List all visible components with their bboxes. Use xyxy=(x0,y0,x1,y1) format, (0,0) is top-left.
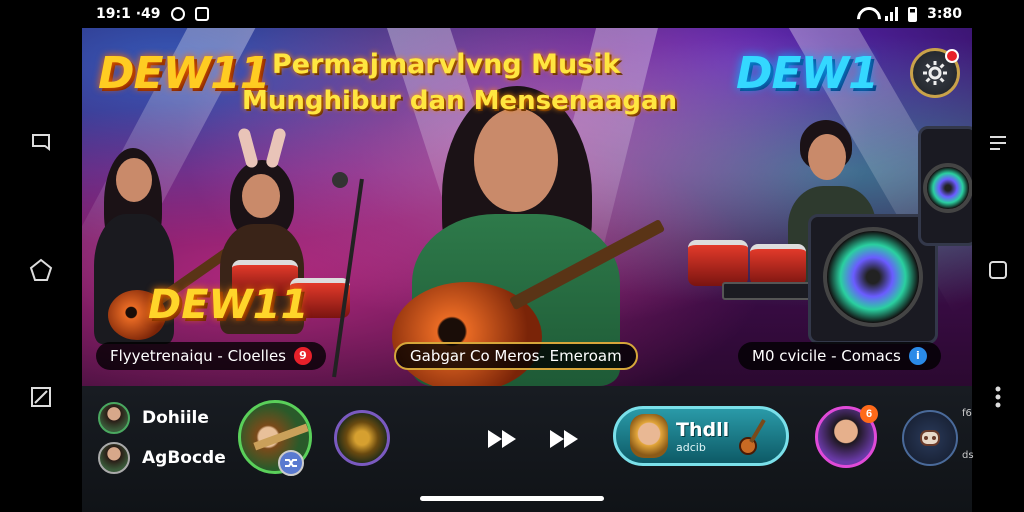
skip-forward-icon xyxy=(550,430,564,448)
avatar xyxy=(98,442,130,474)
now-playing-subtitle: adcib xyxy=(676,440,706,454)
friend-name: AgBocde xyxy=(142,448,226,468)
friend-name: Dohiile xyxy=(142,408,209,428)
caption-text: Gabgar Co Meros- Emeroam xyxy=(410,347,622,365)
back-button[interactable] xyxy=(29,385,53,409)
banner-subtitle: Munghibur dan Mensenaagan xyxy=(242,86,678,116)
recents-button[interactable] xyxy=(29,131,53,155)
skip-forward-button[interactable] xyxy=(550,430,578,448)
status-time-left: 19:1 ·49 xyxy=(96,6,161,22)
caption-pill-3[interactable]: M0 cvicile - Comacs i xyxy=(738,342,941,370)
friend-item[interactable]: Dohiile xyxy=(98,402,209,434)
home-button[interactable] xyxy=(29,258,53,282)
gallery-icon xyxy=(194,7,209,21)
bottom-player-bar: Dohiile AgBocde Thdll adcib 6 f6 ds xyxy=(82,386,974,512)
more-options-icon[interactable] xyxy=(986,385,1010,409)
status-bar: 19:1 ·49 3:80 xyxy=(0,0,1024,28)
avatar xyxy=(98,402,130,434)
signal-icon xyxy=(885,7,899,21)
profile-avatar-button[interactable]: 6 xyxy=(815,405,878,468)
caption-text: Flyyetrenaiqu - Cloelles xyxy=(110,347,286,365)
now-playing-button[interactable]: Thdll adcib xyxy=(613,406,789,466)
notification-badge xyxy=(945,49,959,63)
avatar xyxy=(630,414,668,458)
right-system-nav xyxy=(972,28,1024,512)
controller-button[interactable] xyxy=(902,410,958,466)
caption-pill-2[interactable]: Gabgar Co Meros- Emeroam xyxy=(394,342,638,370)
caption-pill-1[interactable]: Flyyetrenaiqu - Cloelles 9 xyxy=(96,342,326,370)
profile-badge: 6 xyxy=(860,405,878,423)
track-thumbnail-2[interactable] xyxy=(334,410,390,466)
gamepad-icon xyxy=(920,430,940,446)
brand-logo-right: DEW1 xyxy=(736,48,879,99)
status-time-right: 3:80 xyxy=(927,6,962,22)
fast-forward-icon xyxy=(488,430,502,448)
battery-icon xyxy=(908,6,918,22)
edge-label-top: f6 xyxy=(962,408,972,419)
fast-forward-button[interactable] xyxy=(488,430,516,448)
left-system-nav xyxy=(0,28,82,512)
microphone-icon xyxy=(332,172,348,188)
overview-button[interactable] xyxy=(986,258,1010,282)
notification-icon xyxy=(170,7,185,21)
friend-item[interactable]: AgBocde xyxy=(98,442,226,474)
now-playing-title: Thdll xyxy=(676,418,730,441)
wifi-icon xyxy=(857,7,875,21)
settings-button[interactable] xyxy=(910,48,960,98)
banner-title: Permajmarvlvng Musik xyxy=(272,49,621,80)
speaker-small xyxy=(918,126,972,246)
caption-text: M0 cvicile - Comacs xyxy=(752,347,901,365)
hero-banner[interactable]: DEW11 Permajmarvlvng Musik Munghibur dan… xyxy=(82,28,972,386)
brand-logo-mid: DEW11 xyxy=(148,282,309,328)
home-indicator[interactable] xyxy=(420,496,604,501)
guitar-icon xyxy=(739,418,766,455)
menu-icon[interactable] xyxy=(986,131,1010,155)
info-badge: i xyxy=(908,347,927,365)
gear-icon xyxy=(923,61,947,85)
shuffle-icon[interactable] xyxy=(278,450,304,476)
caption-badge: 9 xyxy=(294,347,312,365)
